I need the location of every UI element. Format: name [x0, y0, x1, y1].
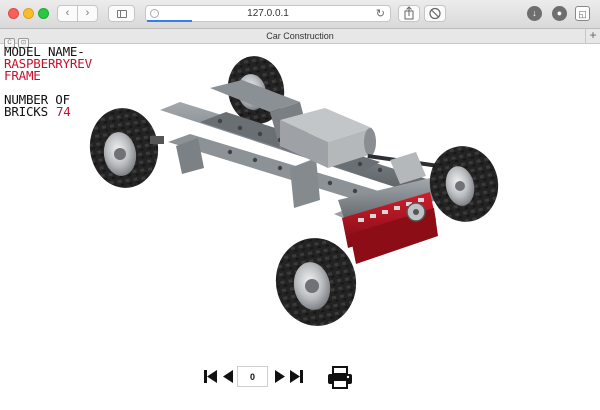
chevron-right-icon: ›	[85, 7, 90, 19]
download-icon[interactable]: ↓	[527, 6, 542, 21]
model-name-line-2: FRAME	[4, 68, 41, 83]
tab-title[interactable]: Car Construction	[0, 29, 600, 43]
sidebar-icon	[117, 10, 127, 18]
sidebar-button[interactable]	[108, 5, 135, 22]
first-step-icon[interactable]	[204, 369, 218, 384]
tab-overview-button[interactable]	[424, 5, 446, 22]
back-button[interactable]: ‹	[57, 5, 78, 22]
chevron-left-icon: ‹	[65, 7, 70, 19]
previous-step-icon[interactable]	[221, 369, 235, 384]
brick-count-value: 74	[55, 104, 71, 119]
share-icon	[404, 6, 414, 20]
new-tab-button[interactable]: +	[585, 29, 600, 43]
last-step-icon[interactable]	[289, 369, 303, 384]
browser-toolbar: ‹ › ◦ 127.0.0.1 ↻ ↓ ● ◱	[0, 0, 600, 29]
tab-bar: C ⊡ Car Construction +	[0, 29, 600, 48]
close-window-button[interactable]	[8, 8, 19, 19]
tabs-icon	[429, 7, 441, 20]
extension-icon[interactable]: ●	[552, 6, 567, 21]
model-info: MODEL NAME- RASPBERRYREV FRAME NUMBER OF…	[4, 45, 92, 119]
reload-icon[interactable]: ↻	[376, 6, 385, 22]
address-bar[interactable]: ◦ 127.0.0.1 ↻	[145, 5, 391, 22]
extension-icon[interactable]: ◱	[575, 6, 590, 21]
maximize-window-button[interactable]	[38, 8, 49, 19]
print-icon[interactable]	[327, 366, 353, 389]
minimize-window-button[interactable]	[23, 8, 34, 19]
brick-count-label-line-2: BRICKS	[4, 104, 48, 119]
wheel-front-right	[429, 146, 499, 222]
next-step-icon[interactable]	[273, 369, 287, 384]
wheel-rear-left	[89, 108, 164, 188]
page-load-progress	[147, 20, 192, 22]
forward-button[interactable]: ›	[77, 5, 98, 22]
model-render-canvas[interactable]	[80, 50, 520, 340]
step-number-input[interactable]	[237, 366, 268, 387]
share-button[interactable]	[398, 5, 420, 22]
